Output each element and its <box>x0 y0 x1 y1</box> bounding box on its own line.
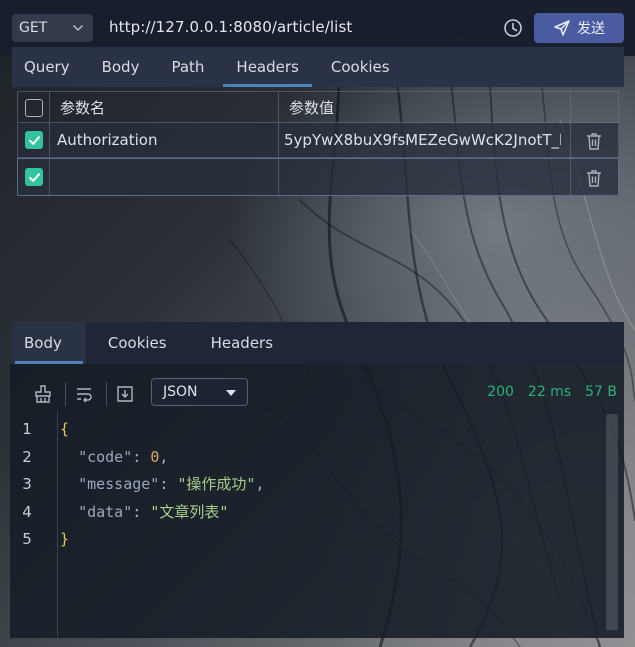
chevron-down-icon <box>72 24 84 32</box>
history-icon[interactable] <box>503 18 523 38</box>
json-string: "操作成功" <box>177 475 256 493</box>
toolbar-divider <box>106 382 107 406</box>
table-row: Authorization 5ypYwX8buX9fsMEZeGwWcK2Jno… <box>17 123 619 158</box>
headers-table: 参数名 参数值 Authorization 5ypYwX8buX9fsMEZeG… <box>17 91 619 196</box>
json-key: "data" <box>78 503 133 521</box>
column-divider <box>49 159 50 195</box>
method-label: GET <box>19 20 48 36</box>
line-number: 2 <box>22 447 32 466</box>
scrollbar[interactable] <box>606 414 618 630</box>
column-divider <box>570 123 571 157</box>
download-icon[interactable] <box>115 384 135 404</box>
param-name-input[interactable]: Authorization <box>57 123 272 157</box>
tab-response-headers[interactable]: Headers <box>189 322 295 364</box>
caret-down-icon <box>226 390 236 396</box>
method-select[interactable]: GET <box>12 14 93 42</box>
tab-cookies[interactable]: Cookies <box>315 47 406 87</box>
row-checkbox[interactable] <box>25 131 43 149</box>
check-icon <box>28 172 40 182</box>
tab-response-body[interactable]: Body <box>12 322 86 364</box>
code-line: 4 "data": "文章列表" <box>10 498 570 525</box>
param-name-input[interactable] <box>57 159 272 195</box>
json-number: 0 <box>150 447 160 466</box>
tab-headers[interactable]: Headers <box>220 47 314 87</box>
code-line: 2 "code": 0, <box>10 443 570 470</box>
send-icon <box>554 20 570 36</box>
table-row <box>17 158 619 196</box>
line-number: 1 <box>22 419 32 438</box>
line-number: 3 <box>22 474 32 493</box>
column-header-name: 参数名 <box>60 98 106 117</box>
response-tabs: Body Cookies Headers <box>12 322 624 364</box>
trash-icon[interactable] <box>585 131 603 151</box>
tab-response-cookies[interactable]: Cookies <box>86 322 189 364</box>
toolbar-divider <box>65 382 66 406</box>
row-checkbox[interactable] <box>25 168 43 186</box>
param-value-input[interactable]: 5ypYwX8buX9fsMEZeGwWcK2JnotT_k <box>284 123 561 157</box>
column-divider <box>49 123 50 157</box>
json-string: "文章列表" <box>150 503 229 521</box>
trash-icon[interactable] <box>585 168 603 188</box>
param-value-input[interactable] <box>284 159 561 195</box>
tab-query[interactable]: Query <box>12 47 86 87</box>
column-divider <box>278 123 279 157</box>
column-divider <box>49 92 50 122</box>
json-brace: } <box>60 529 70 548</box>
format-label: JSON <box>163 384 198 400</box>
json-key: "code" <box>78 447 133 466</box>
send-label: 发送 <box>577 21 605 37</box>
response-time: 22 ms <box>527 384 572 400</box>
column-divider <box>570 159 571 195</box>
table-header-row: 参数名 参数值 <box>17 91 619 123</box>
format-select[interactable]: JSON <box>151 378 248 406</box>
tab-body[interactable]: Body <box>86 47 156 87</box>
column-divider <box>278 92 279 122</box>
url-input[interactable]: http://127.0.0.1:8080/article/list <box>109 18 352 36</box>
json-key: "message" <box>78 475 160 493</box>
column-header-value: 参数值 <box>289 98 335 117</box>
check-icon <box>28 135 40 145</box>
column-divider <box>570 92 571 122</box>
line-number: 5 <box>22 529 32 548</box>
response-panel: JSON 200 22 ms 57 B 1 { 2 "code": 0, 3 "… <box>10 364 624 638</box>
code-line: 5 } <box>10 525 570 552</box>
request-tabs: Query Body Path Headers Cookies <box>12 47 624 87</box>
tab-path[interactable]: Path <box>155 47 220 87</box>
clear-icon[interactable] <box>33 384 53 404</box>
code-line: 3 "message": "操作成功", <box>10 470 570 497</box>
code-line: 1 { <box>10 415 570 442</box>
column-divider <box>278 159 279 195</box>
status-code: 200 <box>487 384 514 400</box>
response-size: 57 B <box>585 384 617 400</box>
send-button[interactable]: 发送 <box>534 13 624 43</box>
select-all-checkbox[interactable] <box>25 99 43 117</box>
line-number: 4 <box>22 502 32 521</box>
wrap-icon[interactable] <box>74 384 94 404</box>
json-brace: { <box>60 419 70 438</box>
response-stats: 200 22 ms 57 B <box>487 384 617 400</box>
